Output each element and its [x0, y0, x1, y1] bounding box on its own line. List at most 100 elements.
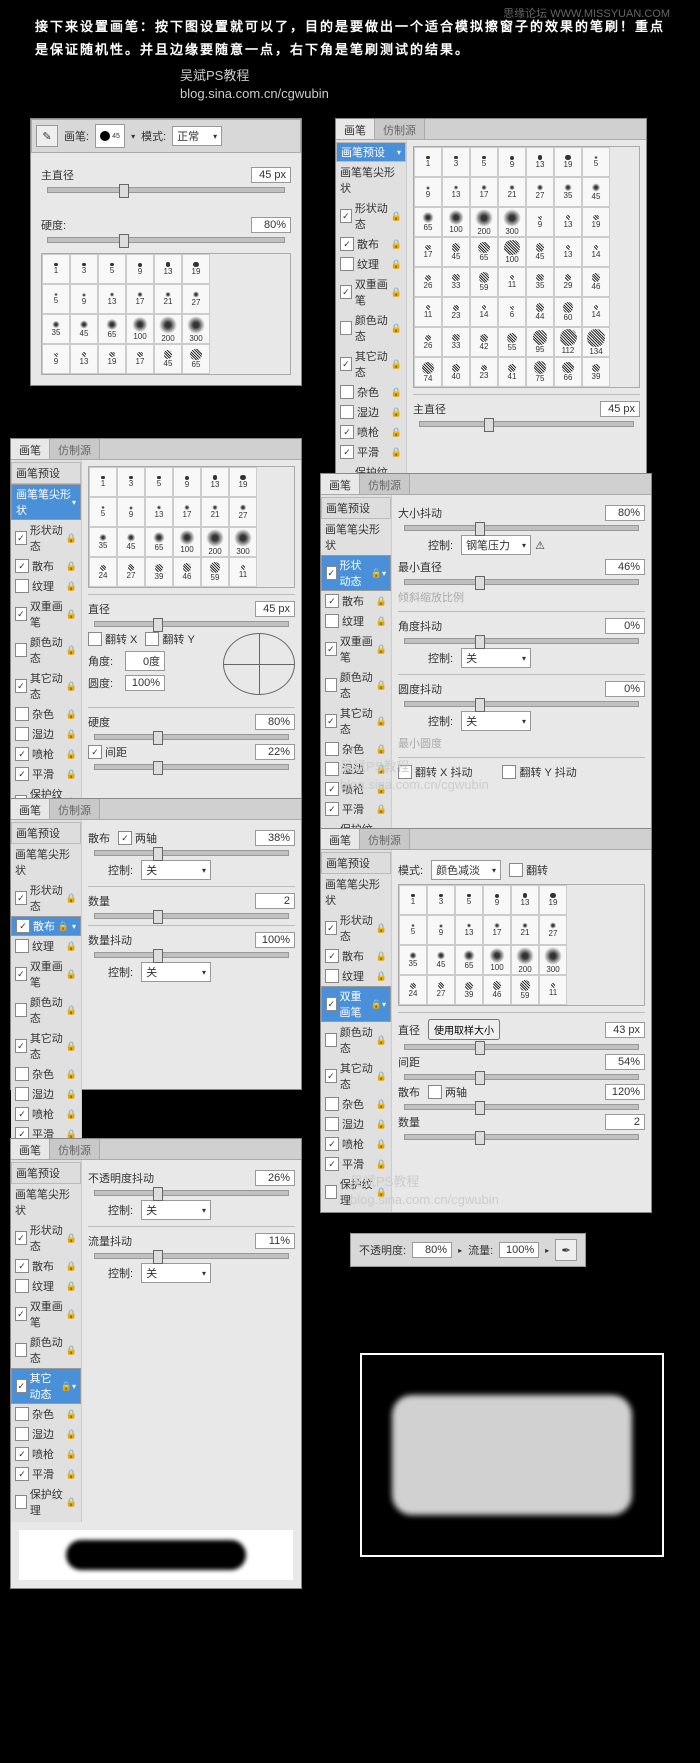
sidebar-item-shape[interactable]: 形状动态🔒 — [336, 198, 406, 234]
brush-swatch[interactable]: 14 — [582, 237, 610, 267]
brush-swatch[interactable]: 42 — [470, 327, 498, 357]
brush-swatch[interactable]: 17 — [483, 915, 511, 945]
sidebar-item-texture[interactable]: 纹理🔒 — [321, 611, 391, 631]
brush-swatch[interactable]: 5 — [455, 885, 483, 915]
checkbox[interactable] — [15, 939, 29, 953]
checkbox[interactable] — [15, 531, 27, 545]
sidebar-item-other[interactable]: 其它动态🔒 — [336, 346, 406, 382]
brush-swatch[interactable]: 45 — [442, 237, 470, 267]
scatter-slider[interactable] — [404, 1104, 639, 1110]
brush-swatch[interactable]: 13 — [554, 207, 582, 237]
sidebar-item-dual[interactable]: 双重画笔🔒 — [321, 631, 391, 667]
checkbox[interactable] — [15, 1259, 29, 1273]
brush-swatch[interactable]: 13 — [154, 254, 182, 284]
sidebar-item-scatter[interactable]: 散布🔒 — [11, 1256, 81, 1276]
brush-swatch[interactable]: 23 — [470, 357, 498, 387]
sidebar-item-preset[interactable]: 画笔预设 — [336, 142, 406, 162]
control-select[interactable]: 关 — [141, 860, 211, 880]
sidebar-item-other[interactable]: 其它动态🔒 — [11, 1368, 81, 1404]
brush-swatch[interactable]: 6 — [498, 297, 526, 327]
checkbox[interactable] — [15, 1427, 29, 1441]
brush-swatch[interactable]: 100 — [126, 314, 154, 344]
mode-select[interactable]: 正常 — [172, 126, 222, 146]
brush-swatch[interactable]: 11 — [539, 975, 567, 1005]
hardness-slider[interactable] — [47, 237, 285, 243]
brush-swatch[interactable]: 27 — [539, 915, 567, 945]
sidebar-item-color[interactable]: 颜色动态🔒 — [321, 667, 391, 703]
brush-swatch[interactable]: 13 — [455, 915, 483, 945]
brush-swatch[interactable]: 19 — [554, 147, 582, 177]
sidebar-item-dual[interactable]: 双重画笔🔒 — [11, 596, 81, 632]
sidebar-item-noise[interactable]: 杂色🔒 — [11, 1064, 81, 1084]
sidebar-item-noise[interactable]: 杂色🔒 — [321, 1094, 391, 1114]
checkbox[interactable] — [15, 643, 27, 657]
brush-swatch[interactable]: 9 — [414, 177, 442, 207]
control-select[interactable]: 关 — [141, 1200, 211, 1220]
brush-swatch[interactable]: 3 — [117, 467, 145, 497]
brush-swatch[interactable]: 1 — [414, 147, 442, 177]
checkbox[interactable] — [16, 919, 30, 933]
brush-swatch[interactable]: 35 — [526, 267, 554, 297]
sidebar-item-shape[interactable]: 形状动态🔒 — [11, 520, 81, 556]
checkbox[interactable] — [15, 1447, 29, 1461]
checkbox[interactable] — [15, 1107, 29, 1121]
brush-swatch[interactable]: 45 — [70, 314, 98, 344]
angle-control[interactable] — [223, 633, 295, 695]
sidebar-item-scatter[interactable]: 散布🔒 — [11, 556, 81, 576]
sidebar-item-other[interactable]: 其它动态🔒 — [321, 1058, 391, 1094]
brush-swatch[interactable]: 134 — [582, 327, 610, 357]
sidebar-item-dual[interactable]: 双重画笔🔒 — [11, 956, 81, 992]
sidebar-item-airbrush[interactable]: 喷枪🔒 — [321, 1134, 391, 1154]
sidebar-item-shape[interactable]: 形状动态🔒 — [11, 1220, 81, 1256]
hardness-value[interactable]: 80% — [251, 217, 291, 233]
checkbox[interactable] — [340, 285, 352, 299]
opacity-jitter-slider[interactable] — [94, 1190, 289, 1196]
brush-swatch[interactable]: 9 — [117, 497, 145, 527]
tab-clone[interactable]: 仿制源 — [360, 829, 410, 849]
count-jitter-slider[interactable] — [94, 952, 289, 958]
brush-swatch[interactable]: 19 — [182, 254, 210, 284]
brush-swatch[interactable]: 19 — [582, 207, 610, 237]
checkbox[interactable] — [326, 997, 337, 1011]
sidebar-item-tip[interactable]: 画笔笔尖形状 — [336, 162, 406, 198]
brush-swatch[interactable]: 59 — [511, 975, 539, 1005]
brush-swatch[interactable]: 9 — [126, 254, 154, 284]
brush-swatch[interactable]: 40 — [442, 357, 470, 387]
sidebar-item-texture[interactable]: 纹理🔒 — [321, 966, 391, 986]
sidebar-item-other[interactable]: 其它动态🔒 — [11, 1028, 81, 1064]
count-value[interactable]: 2 — [605, 1114, 645, 1130]
sidebar-item-smooth[interactable]: 平滑🔒 — [11, 764, 81, 784]
brush-tool-icon[interactable]: ✎ — [36, 125, 58, 147]
sidebar-item-shape[interactable]: 形状动态🔒 — [11, 880, 81, 916]
checkbox[interactable] — [15, 1407, 29, 1421]
brush-swatch[interactable]: 5 — [470, 147, 498, 177]
count-slider[interactable] — [94, 913, 289, 919]
scatter-value[interactable]: 120% — [605, 1084, 645, 1100]
sidebar-item-noise[interactable]: 杂色🔒 — [321, 739, 391, 759]
control-select[interactable]: 钢笔压力 — [461, 535, 531, 555]
sidebar-item-tip[interactable]: 画笔笔尖形状 — [11, 1184, 81, 1220]
flipy-checkbox[interactable] — [145, 632, 159, 646]
sidebar-item-shape[interactable]: 形状动态🔒 — [321, 555, 391, 591]
brush-swatch[interactable]: 65 — [98, 314, 126, 344]
tab-brush[interactable]: 画笔 — [11, 799, 50, 819]
brush-swatch[interactable]: 27 — [229, 497, 257, 527]
count-value[interactable]: 2 — [255, 893, 295, 909]
spacing-checkbox[interactable] — [88, 745, 102, 759]
brush-swatch[interactable]: 5 — [582, 147, 610, 177]
tab-clone[interactable]: 仿制源 — [50, 1139, 100, 1159]
brush-swatch[interactable]: 5 — [399, 915, 427, 945]
brush-swatch[interactable]: 3 — [70, 254, 98, 284]
sidebar-item-color[interactable]: 颜色动态🔒 — [321, 1022, 391, 1058]
round-value[interactable]: 100% — [125, 675, 165, 691]
brush-swatch[interactable]: 14 — [582, 297, 610, 327]
angle-jitter-value[interactable]: 0% — [605, 618, 645, 634]
brush-swatch[interactable]: 13 — [145, 497, 173, 527]
checkbox[interactable] — [15, 1231, 27, 1245]
sidebar-item-airbrush[interactable]: 喷枪🔒 — [11, 1444, 81, 1464]
spacing-value[interactable]: 54% — [605, 1054, 645, 1070]
control-select[interactable]: 关 — [461, 711, 531, 731]
brush-swatch[interactable]: 300 — [229, 527, 257, 557]
both-axes-checkbox[interactable] — [428, 1085, 442, 1099]
brush-swatch[interactable]: 13 — [70, 344, 98, 374]
